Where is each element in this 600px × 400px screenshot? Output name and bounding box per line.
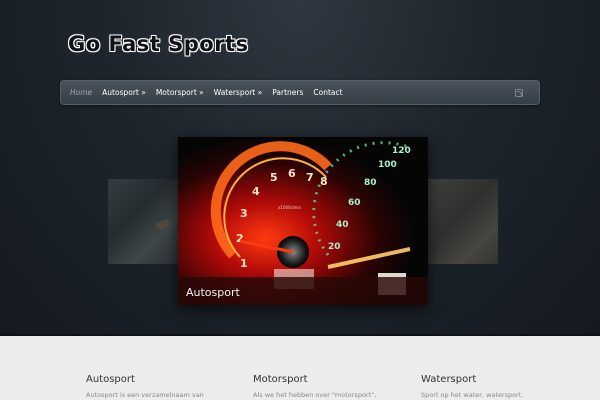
speedo-outer-number: 60 [348,198,361,208]
nav-item-autosport[interactable]: Autosport » [102,88,146,97]
speedo-number: 5 [270,171,278,184]
speedo-outer-number: 40 [336,220,349,230]
site-logo[interactable]: Go Fast Sports [68,32,249,56]
slide-caption[interactable]: Autosport [178,277,428,305]
speedo-number: 8 [320,175,328,188]
column-watersport: Watersport Sport op het water, waterspor… [421,374,571,399]
nav-item-watersport[interactable]: Watersport » [214,88,262,97]
column-title[interactable]: Motorsport [253,374,403,385]
nav-item-partners[interactable]: Partners [272,88,303,97]
speedo-number: 3 [240,207,248,220]
speedo-outer-number: 80 [364,178,377,188]
speedo-number: 6 [288,167,296,180]
featured-slide[interactable]: 1 2 3 4 5 6 7 8 x1000r/min 20 40 60 80 1… [178,137,428,305]
column-autosport: Autosport Autosport is een verzamelnaam … [86,374,236,399]
hero-section: Go Fast Sports Home Autosport » Motorspo… [0,0,600,336]
nav-item-motorsport[interactable]: Motorsport » [156,88,204,97]
slide-thumb-watersport[interactable] [108,179,178,264]
nav-item-contact[interactable]: Contact [313,88,342,97]
speedo-outer-number: 100 [378,160,397,170]
column-title[interactable]: Watersport [421,374,571,385]
rss-icon[interactable] [515,89,523,97]
speedo-number: 7 [306,171,314,184]
nav-item-home[interactable]: Home [70,88,92,97]
speedo-number: 4 [252,185,260,198]
main-nav: Home Autosport » Motorsport » Watersport… [60,80,540,105]
speedo-outer-number: 120 [392,146,411,156]
column-text: Sport op het water, watersport. [421,391,524,399]
column-title[interactable]: Autosport [86,374,236,385]
content-columns: Autosport Autosport is een verzamelnaam … [0,336,600,400]
column-text: Autosport is een verzamelnaam van [86,391,204,399]
speedo-number: 1 [240,257,248,270]
column-text: Als we het hebben over "motorsport", [253,391,377,399]
slide-thumb-motorsport[interactable] [428,179,498,264]
rpm-label: x1000r/min [278,205,302,210]
column-motorsport: Motorsport Als we het hebben over "motor… [253,374,403,399]
speedo-outer-number: 20 [328,242,341,252]
